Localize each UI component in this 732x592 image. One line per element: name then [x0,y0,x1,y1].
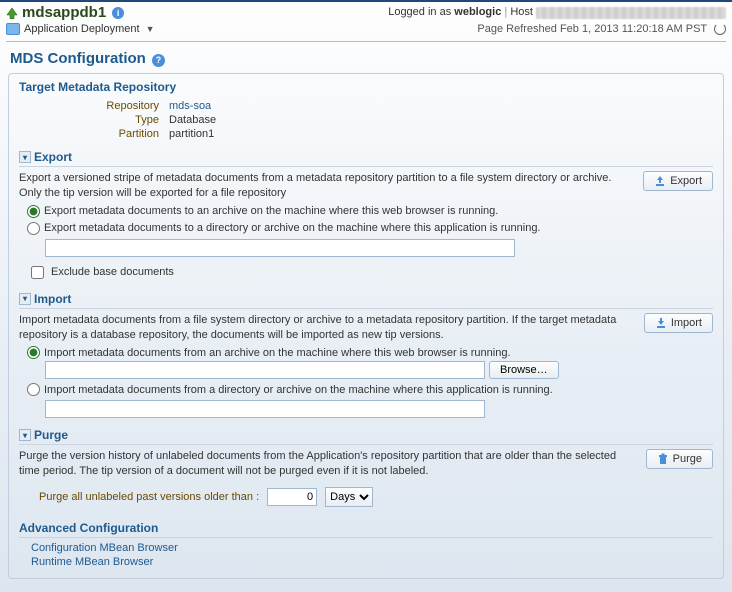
partition-value: partition1 [169,128,214,140]
app-name: mdsappdb1 [22,4,106,21]
import-button[interactable]: Import [644,313,713,333]
import-title: Import [34,292,71,306]
import-icon [655,317,667,329]
refresh-icon[interactable] [714,23,726,35]
purge-button[interactable]: Purge [646,449,713,469]
purge-title: Purge [34,428,68,442]
advanced-config-title: Advanced Configuration [19,521,713,538]
repository-label: Repository [19,100,169,112]
main-panel: Target Metadata Repository Repository md… [8,73,724,579]
target-repo-title: Target Metadata Repository [19,80,713,94]
import-description: Import metadata documents from a file sy… [19,313,636,343]
chevron-down-icon: ▼ [146,24,155,34]
export-radio-server-label: Export metadata documents to a directory… [44,222,541,234]
export-radio-server[interactable] [27,222,40,235]
purge-description: Purge the version history of unlabeled d… [19,449,638,479]
deployment-icon [6,23,20,35]
exclude-base-label: Exclude base documents [51,266,174,278]
import-path-input[interactable] [45,400,485,418]
purge-icon [657,453,669,465]
export-path-input[interactable] [45,239,515,257]
purge-age-label: Purge all unlabeled past versions older … [39,491,259,503]
app-deployment-menu[interactable]: Application Deployment ▼ [6,23,155,35]
import-file-input[interactable] [45,361,485,379]
help-icon[interactable]: ? [152,54,165,67]
export-button[interactable]: Export [643,171,713,191]
export-radio-browser[interactable] [27,205,40,218]
host-value-redacted [536,7,726,19]
type-label: Type [19,114,169,126]
import-radio-browser[interactable] [27,346,40,359]
partition-label: Partition [19,128,169,140]
purge-unit-select[interactable]: Days [325,487,373,507]
repository-link[interactable]: mds-soa [169,100,211,112]
purge-age-input[interactable] [267,488,317,506]
runtime-mbean-link[interactable]: Runtime MBean Browser [31,556,713,568]
type-value: Database [169,114,216,126]
export-description: Export a versioned stripe of metadata do… [19,171,635,201]
login-status: Logged in as weblogic | Host [388,6,726,18]
import-radio-server-label: Import metadata documents from a directo… [44,384,553,396]
export-icon [654,175,666,187]
import-disclose-icon[interactable]: ▾ [19,293,31,305]
page-title: MDS Configuration ? [0,48,732,73]
purge-disclose-icon[interactable]: ▾ [19,429,31,441]
exclude-base-checkbox[interactable] [31,266,44,279]
import-radio-server[interactable] [27,383,40,396]
info-icon[interactable]: i [112,7,124,19]
page-refreshed-label: Page Refreshed Feb 1, 2013 11:20:18 AM P… [477,23,707,35]
config-mbean-link[interactable]: Configuration MBean Browser [31,542,713,554]
export-disclose-icon[interactable]: ▾ [19,151,31,163]
up-arrow-icon [6,7,18,19]
browse-button[interactable]: Browse… [489,361,559,379]
import-radio-browser-label: Import metadata documents from an archiv… [44,347,511,359]
export-radio-browser-label: Export metadata documents to an archive … [44,205,498,217]
export-title: Export [34,150,72,164]
